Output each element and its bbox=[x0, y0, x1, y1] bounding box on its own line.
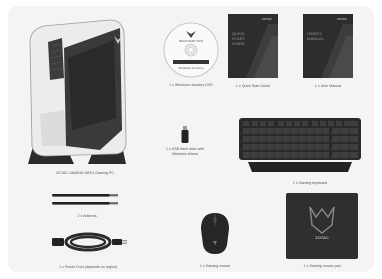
mouse-pad-logo: ZOTAC bbox=[315, 235, 329, 240]
recovery-dvd-image: RECOVERY DVD Windows 10 Home bbox=[163, 22, 219, 78]
mouse-pad-image: ZOTAC bbox=[286, 193, 358, 259]
quick-start-guide-caption: 1 x Quick Start Guide bbox=[235, 84, 271, 88]
quick-start-brand: ZOTAC bbox=[262, 17, 272, 21]
usb-caption-line-1: 1 x USB flash drive with bbox=[166, 147, 204, 151]
gaming-mouse-caption: 1 x Gaming mouse bbox=[199, 264, 231, 268]
user-manual-brand: ZOTAC bbox=[337, 17, 347, 21]
quick-start-guide-image: ZOTAC QUICK START GUIDE bbox=[228, 14, 278, 78]
dvd-label-line-2: Windows 10 Home bbox=[178, 66, 204, 70]
usb-caption-line-2: Windows drivers bbox=[171, 152, 199, 156]
user-manual-caption: 1 x User Manual bbox=[314, 84, 342, 88]
user-manual-image: ZOTAC USER'S MANUAL bbox=[303, 14, 353, 78]
antenna-image bbox=[52, 193, 122, 207]
recovery-dvd-caption: 1 x Windows recovery DVD bbox=[169, 83, 213, 87]
user-manual-cover-line-2: MANUAL bbox=[307, 36, 325, 41]
quick-start-cover-line-3: GUIDE bbox=[232, 41, 245, 46]
power-cord-caption: 1 x Power Cord (depends on region) bbox=[59, 265, 117, 269]
antenna-caption: 2 x Antenna bbox=[77, 214, 97, 218]
mouse-pad-caption: 1 x Gaming mouse pad bbox=[303, 264, 341, 268]
gaming-mouse-image bbox=[199, 211, 231, 255]
gaming-pc-caption: ZOTAC GAMING MEK1 Gaming PC bbox=[56, 171, 114, 175]
power-cord-image bbox=[50, 230, 130, 254]
gaming-keyboard-image bbox=[238, 116, 362, 178]
dvd-label-line-1: RECOVERY DVD bbox=[179, 39, 203, 43]
gaming-keyboard-caption: 1 x Gaming keyboard bbox=[292, 181, 328, 185]
usb-drive-image bbox=[181, 126, 189, 143]
gaming-pc-image bbox=[22, 18, 132, 170]
